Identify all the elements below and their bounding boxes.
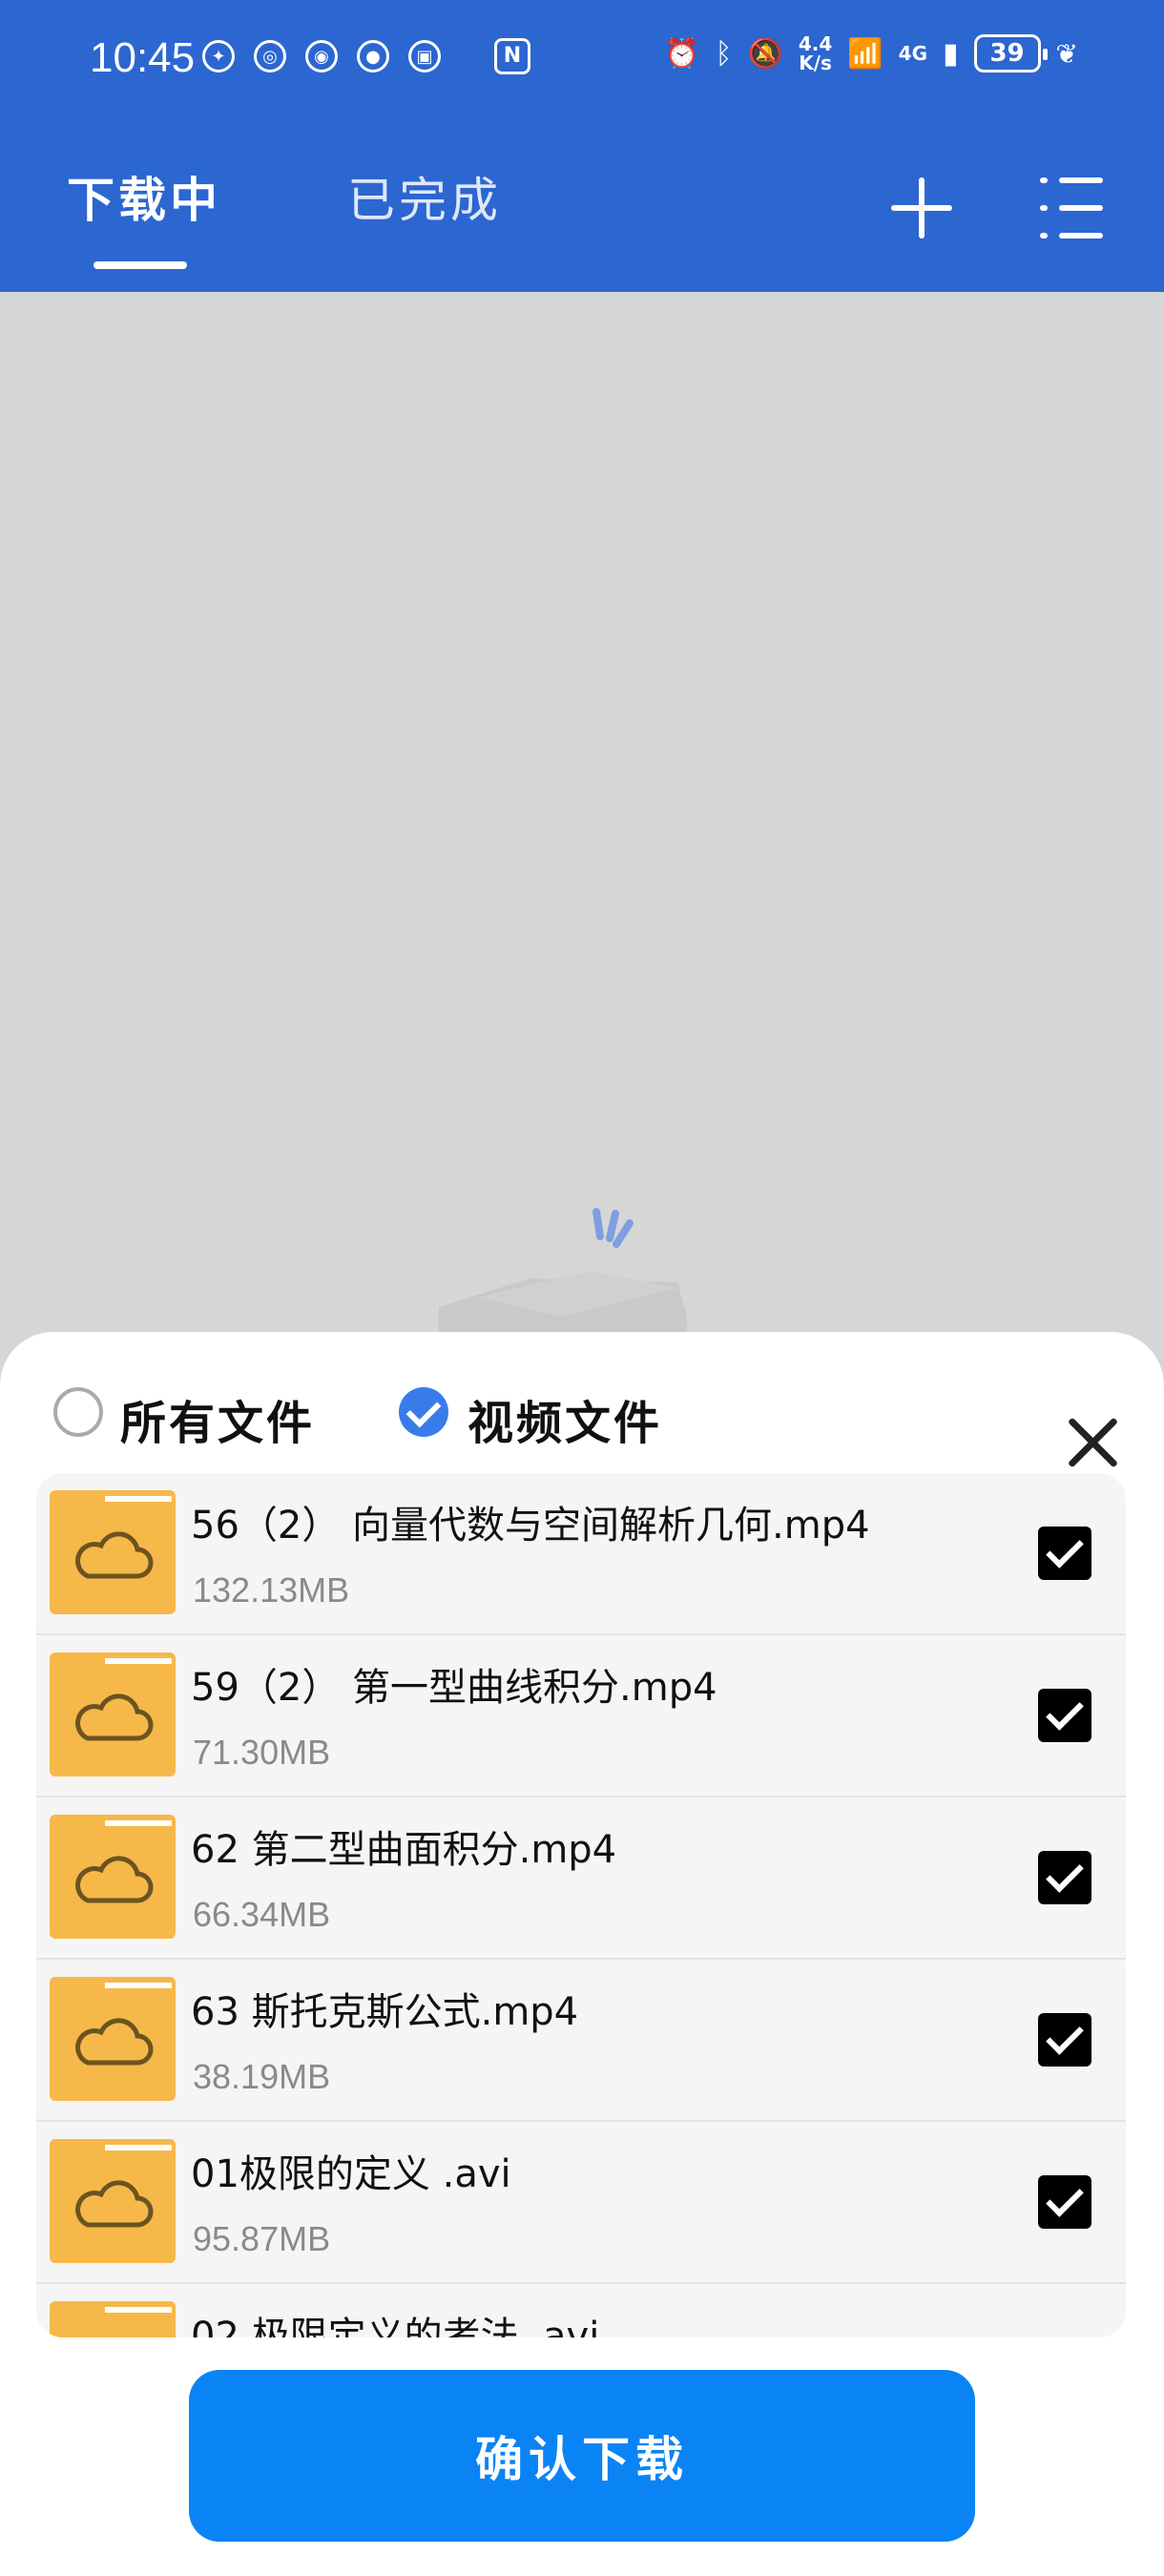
list-item[interactable]: 02 极限定义的考法 .avi (36, 2284, 1126, 2337)
all-files-radio[interactable] (53, 1387, 103, 1437)
net-speed: 4.4 K/s (798, 32, 833, 74)
app-notification-icon: ▣ (408, 40, 441, 73)
system-icons: ⏰ ᛒ 🔕 4.4 K/s 📶 4G ▮ 39 ❦ (664, 34, 1078, 73)
add-download-button[interactable] (891, 174, 960, 242)
file-size: 132.13MB (193, 1570, 350, 1610)
confirm-download-button[interactable]: 确认下载 (189, 2370, 975, 2542)
bluetooth-icon: ᛒ (715, 36, 733, 71)
close-sheet-button[interactable] (1065, 1414, 1122, 1471)
file-checkbox[interactable] (1038, 2013, 1091, 2067)
all-files-label[interactable]: 所有文件 (120, 1385, 315, 1452)
file-select-sheet: 所有文件 视频文件 56（2） 向量代数与空间解析几何.mp4 132.13MB… (0, 1332, 1164, 2576)
status-bar: 10:45 ✦ ◎ ◉ ● ▣ N ⏰ ᛒ 🔕 4.4 K/s 📶 4G ▮ 3… (0, 0, 1164, 114)
active-tab-indicator (94, 261, 187, 269)
file-name: 02 极限定义的考法 .avi (191, 2315, 600, 2337)
tab-downloading[interactable]: 下载中 (67, 162, 221, 231)
file-name: 62 第二型曲面积分.mp4 (191, 1828, 617, 1872)
app-notification-icon: ◎ (254, 40, 286, 73)
video-files-label[interactable]: 视频文件 (468, 1385, 662, 1452)
cloud-folder-icon (50, 1815, 176, 1939)
list-item[interactable]: 62 第二型曲面积分.mp4 66.34MB (36, 1797, 1126, 1960)
file-size: 66.34MB (193, 1895, 331, 1934)
rocket-notification-icon: ✦ (202, 40, 235, 73)
list-item[interactable]: 01极限的定义 .avi 95.87MB (36, 2122, 1126, 2284)
file-name: 63 斯托克斯公式.mp4 (191, 1990, 579, 2034)
list-item[interactable]: 56（2） 向量代数与空间解析几何.mp4 132.13MB (36, 1473, 1126, 1635)
wifi-icon: 📶 (847, 36, 883, 71)
file-type-filter: 所有文件 视频文件 (53, 1376, 1122, 1452)
cloud-folder-icon (50, 2139, 176, 2263)
file-size: 38.19MB (193, 2057, 331, 2096)
file-name: 56（2） 向量代数与空间解析几何.mp4 (191, 1504, 870, 1548)
list-icon (1040, 177, 1048, 183)
cloud-folder-icon (50, 1490, 176, 1614)
app-notification-icon: ◉ (305, 40, 338, 73)
cloud-folder-icon (50, 1977, 176, 2101)
file-checkbox[interactable] (1038, 1851, 1091, 1904)
list-item[interactable]: 63 斯托克斯公式.mp4 38.19MB (36, 1960, 1126, 2122)
file-checkbox[interactable] (1038, 1689, 1091, 1742)
list-item[interactable]: 59（2） 第一型曲线积分.mp4 71.30MB (36, 1635, 1126, 1797)
file-size: 71.30MB (193, 1733, 331, 1772)
cloud-folder-icon (50, 1652, 176, 1776)
file-size: 95.87MB (193, 2219, 331, 2258)
alarm-icon: ⏰ (664, 36, 700, 71)
app-header: 10:45 ✦ ◎ ◉ ● ▣ N ⏰ ᛒ 🔕 4.4 K/s 📶 4G ▮ 3… (0, 0, 1164, 292)
nfc-icon: N (494, 38, 530, 74)
tab-completed[interactable]: 已完成 (347, 162, 502, 231)
mute-icon: 🔕 (747, 36, 783, 71)
file-name: 59（2） 第一型曲线积分.mp4 (191, 1666, 717, 1710)
video-files-radio[interactable] (399, 1387, 448, 1437)
file-checkbox[interactable] (1038, 2175, 1091, 2229)
eco-leaf-icon: ❦ (1055, 37, 1078, 70)
menu-button[interactable] (1040, 174, 1107, 242)
file-list[interactable]: 56（2） 向量代数与空间解析几何.mp4 132.13MB 59（2） 第一型… (36, 1473, 1126, 2337)
file-checkbox[interactable] (1038, 1527, 1091, 1580)
cloud-folder-icon (50, 2301, 176, 2337)
signal-icon: ▮ (943, 36, 959, 71)
battery-indicator: 39 (973, 34, 1048, 73)
notification-icons: ✦ ◎ ◉ ● ▣ (202, 40, 441, 73)
app-notification-icon: ● (357, 40, 389, 73)
tab-bar: 下载中 已完成 (0, 153, 1164, 286)
status-time: 10:45 (90, 34, 196, 81)
network-type: 4G (898, 42, 928, 65)
file-name: 01极限的定义 .avi (191, 2152, 511, 2196)
